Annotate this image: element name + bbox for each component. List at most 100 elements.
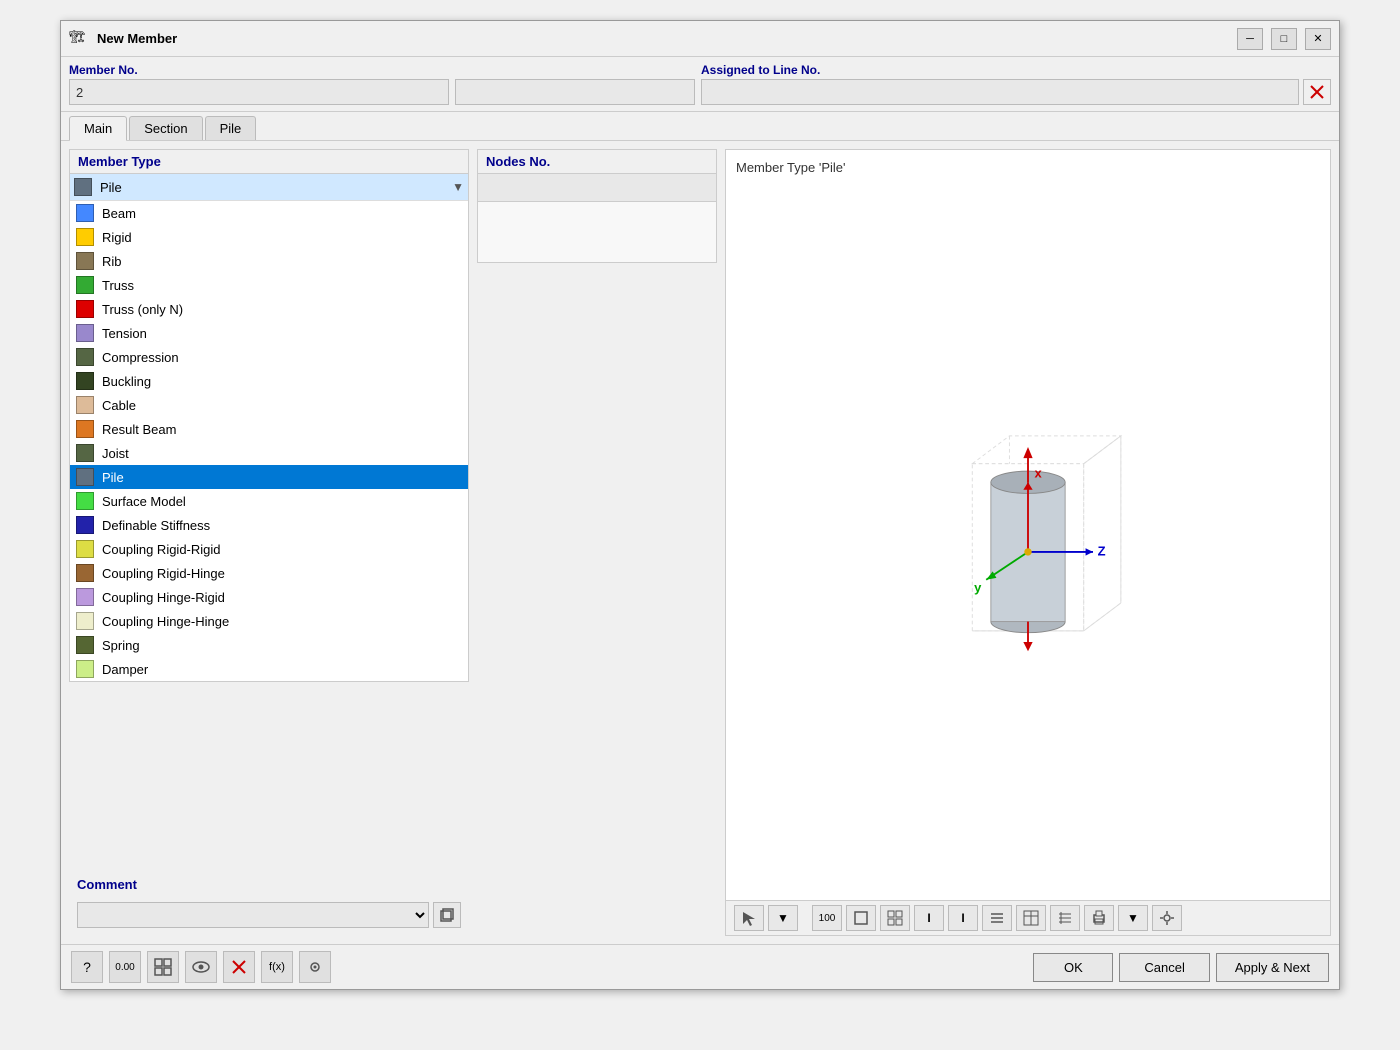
pointer-icon	[741, 910, 757, 926]
item-color-swatch	[76, 612, 94, 630]
content-area: Member Type Pile ▼ Beam Rigid	[61, 141, 1339, 944]
assigned-input[interactable]	[701, 79, 1299, 105]
list-item[interactable]: Surface Model	[70, 489, 468, 513]
toolbar-lines-btn[interactable]	[982, 905, 1012, 931]
middle-input[interactable]	[455, 79, 695, 105]
bottom-bar: ? 0.00 f(x)	[61, 944, 1339, 989]
item-label: Result Beam	[102, 422, 176, 437]
svg-text:Z: Z	[1098, 543, 1106, 558]
item-color-swatch	[76, 444, 94, 462]
view-button[interactable]	[185, 951, 217, 983]
item-label: Definable Stiffness	[102, 518, 210, 533]
item-color-swatch	[76, 516, 94, 534]
list-item[interactable]: Joist	[70, 441, 468, 465]
maximize-button[interactable]: □	[1271, 28, 1297, 50]
list-item[interactable]: Damper	[70, 657, 468, 681]
item-color-swatch	[76, 252, 94, 270]
settings-icon	[1159, 910, 1175, 926]
formula-button[interactable]: f(x)	[261, 951, 293, 983]
item-label: Coupling Hinge-Rigid	[102, 590, 225, 605]
preview-canvas: Z y x	[736, 185, 1320, 890]
dialog-title: New Member	[97, 31, 1229, 46]
toolbar-print-button[interactable]	[1084, 905, 1114, 931]
title-bar: 🏗 New Member ─ □ ✕	[61, 21, 1339, 57]
item-color-swatch	[76, 372, 94, 390]
list-item[interactable]: Rigid	[70, 225, 468, 249]
toolbar-table-btn[interactable]	[1016, 905, 1046, 931]
list-item[interactable]: Compression	[70, 345, 468, 369]
item-label: Rib	[102, 254, 122, 269]
settings2-button[interactable]	[299, 951, 331, 983]
toolbar-scale-button[interactable]: 100	[812, 905, 842, 931]
minimize-button[interactable]: ─	[1237, 28, 1263, 50]
toolbar-print-dropdown[interactable]: ▼	[1118, 905, 1148, 931]
nodes-input[interactable]	[478, 174, 716, 202]
list-icon	[1057, 910, 1073, 926]
delete-button[interactable]	[223, 951, 255, 983]
list-item[interactable]: Rib	[70, 249, 468, 273]
toolbar-frame-button[interactable]	[846, 905, 876, 931]
preview-title: Member Type 'Pile'	[736, 160, 846, 175]
assigned-label: Assigned to Line No.	[701, 63, 1331, 77]
list-item[interactable]: Tension	[70, 321, 468, 345]
list-item[interactable]: Coupling Rigid-Hinge	[70, 561, 468, 585]
dropdown-arrow-icon: ▼	[452, 180, 464, 194]
list-item[interactable]: Coupling Hinge-Hinge	[70, 609, 468, 633]
nodes-area[interactable]	[478, 202, 716, 262]
comment-input[interactable]	[77, 902, 429, 928]
list-item[interactable]: Beam	[70, 201, 468, 225]
item-color-swatch	[76, 492, 94, 510]
list-item[interactable]: Coupling Rigid-Rigid	[70, 537, 468, 561]
item-label: Rigid	[102, 230, 132, 245]
item-label: Damper	[102, 662, 148, 677]
grid-view-button[interactable]	[147, 951, 179, 983]
toolbar-dropdown-btn[interactable]: ▼	[768, 905, 798, 931]
list-item[interactable]: Cable	[70, 393, 468, 417]
member-no-input[interactable]	[69, 79, 449, 105]
list-item[interactable]: Truss	[70, 273, 468, 297]
left-panel: Member Type Pile ▼ Beam Rigid	[69, 149, 469, 936]
list-item[interactable]: Buckling	[70, 369, 468, 393]
list-item[interactable]: Definable Stiffness	[70, 513, 468, 537]
member-type-list[interactable]: Beam Rigid Rib Truss	[70, 201, 468, 681]
tab-main[interactable]: Main	[69, 116, 127, 141]
item-label: Compression	[102, 350, 179, 365]
list-item[interactable]: Truss (only N)	[70, 297, 468, 321]
toolbar-pointer-button[interactable]	[734, 905, 764, 931]
assigned-field: Assigned to Line No.	[701, 63, 1331, 105]
list-item[interactable]: Spring	[70, 633, 468, 657]
item-color-swatch	[76, 204, 94, 222]
cancel-button[interactable]: Cancel	[1119, 953, 1209, 982]
toolbar-list-btn[interactable]	[1050, 905, 1080, 931]
item-color-swatch	[76, 564, 94, 582]
list-item[interactable]: Result Beam	[70, 417, 468, 441]
item-label: Surface Model	[102, 494, 186, 509]
comment-copy-button[interactable]	[433, 902, 461, 928]
toolbar-text-i-btn[interactable]: I	[914, 905, 944, 931]
right-panel: Member Type 'Pile'	[725, 149, 1331, 936]
tab-pile[interactable]: Pile	[205, 116, 257, 140]
list-item-pile[interactable]: Pile	[70, 465, 468, 489]
member-type-dropdown[interactable]: Pile ▼	[70, 174, 468, 201]
clear-assigned-button[interactable]	[1303, 79, 1331, 105]
ok-button[interactable]: OK	[1033, 953, 1113, 982]
settings2-icon	[305, 957, 325, 977]
toolbar-grid-button[interactable]	[880, 905, 910, 931]
help-button[interactable]: ?	[71, 951, 103, 983]
selected-type-label: Pile	[100, 180, 452, 195]
list-item[interactable]: Coupling Hinge-Rigid	[70, 585, 468, 609]
close-button[interactable]: ✕	[1305, 28, 1331, 50]
apply-next-button[interactable]: Apply & Next	[1216, 953, 1329, 982]
item-label: Coupling Rigid-Rigid	[102, 542, 221, 557]
item-color-swatch	[76, 396, 94, 414]
tab-section[interactable]: Section	[129, 116, 202, 140]
print-icon	[1091, 910, 1107, 926]
item-label: Spring	[102, 638, 140, 653]
eye-icon	[191, 957, 211, 977]
item-color-swatch	[76, 324, 94, 342]
toolbar-text-i2-btn[interactable]: I	[948, 905, 978, 931]
app-icon: 🏗	[69, 29, 89, 49]
toolbar-settings-button[interactable]	[1152, 905, 1182, 931]
values-button[interactable]: 0.00	[109, 951, 141, 983]
frame-icon	[853, 910, 869, 926]
